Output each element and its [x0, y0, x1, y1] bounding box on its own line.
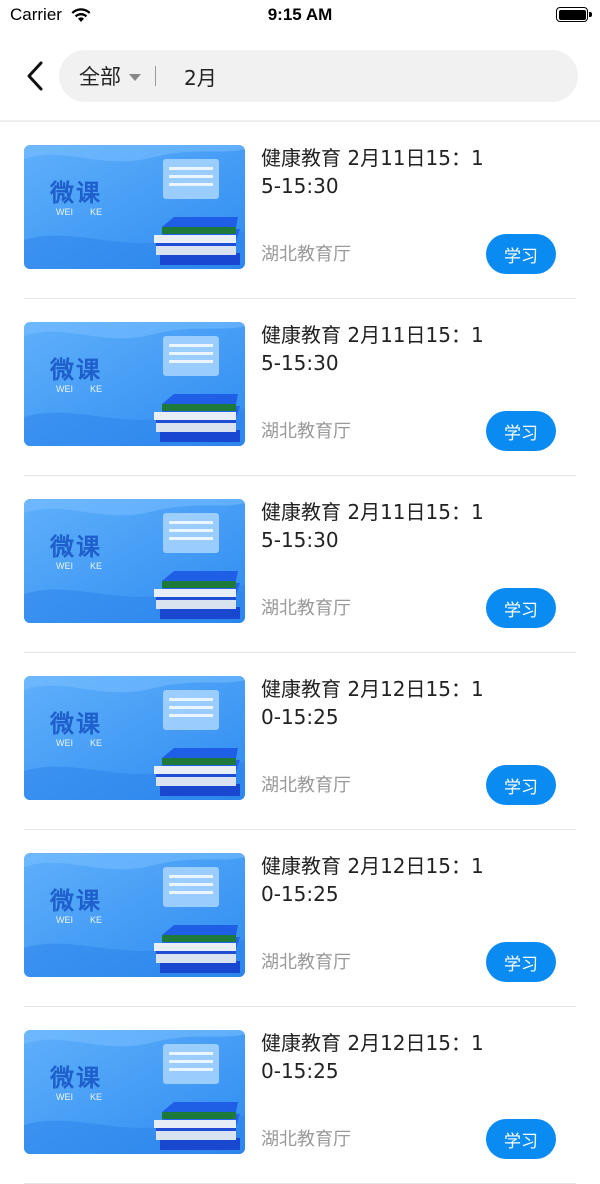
- chevron-left-icon: [27, 61, 43, 91]
- thumbnail-subtitle-left: WEI: [56, 738, 73, 748]
- search-input[interactable]: [156, 50, 578, 102]
- course-source: 湖北教育厅: [261, 1129, 351, 1150]
- course-thumbnail: 微课 WEI KE: [24, 145, 245, 269]
- course-source: 湖北教育厅: [261, 598, 351, 619]
- course-list-item[interactable]: 微课 WEI KE 健康教育 2月11日15：15-15:30 湖北教育厅 学习: [0, 476, 600, 653]
- course-thumbnail: 微课 WEI KE: [24, 853, 245, 977]
- study-button[interactable]: 学习: [486, 588, 556, 628]
- thumbnail-subtitle-right: KE: [90, 915, 103, 925]
- thumbnail-title: 微课: [50, 178, 102, 207]
- course-title: 健康教育 2月11日15：15-15:30: [261, 323, 484, 375]
- course-list: 微课 WEI KE 健康教育 2月11日15：15-15:30 湖北教育厅 学习: [0, 122, 600, 1184]
- course-list-item[interactable]: 微课 WEI KE 健康教育 2月11日15：15-15:30 湖北教育厅 学习: [0, 299, 600, 476]
- thumbnail-subtitle-right: KE: [90, 1092, 103, 1102]
- course-thumbnail: 微课 WEI KE: [24, 322, 245, 446]
- thumbnail-title: 微课: [50, 886, 102, 915]
- course-title: 健康教育 2月12日15：10-15:25: [261, 677, 484, 729]
- study-button[interactable]: 学习: [486, 234, 556, 274]
- battery-icon: [556, 7, 592, 22]
- category-filter-dropdown[interactable]: 全部: [59, 50, 141, 102]
- thumbnail-subtitle-right: KE: [90, 561, 103, 571]
- category-filter-label: 全部: [79, 65, 121, 89]
- thumbnail-title: 微课: [50, 709, 102, 738]
- thumbnail-title: 微课: [50, 355, 102, 384]
- course-list-item[interactable]: 微课 WEI KE 健康教育 2月11日15：15-15:30 湖北教育厅 学习: [0, 122, 600, 299]
- thumbnail-subtitle-right: KE: [90, 738, 103, 748]
- thumbnail-subtitle-left: WEI: [56, 207, 73, 217]
- study-button[interactable]: 学习: [486, 411, 556, 451]
- thumbnail-subtitle-left: WEI: [56, 561, 73, 571]
- study-button[interactable]: 学习: [486, 765, 556, 805]
- top-nav: 全部: [0, 32, 600, 120]
- thumbnail-title: 微课: [50, 532, 102, 561]
- course-title: 健康教育 2月12日15：10-15:25: [261, 854, 484, 906]
- thumbnail-subtitle-left: WEI: [56, 1092, 73, 1102]
- course-list-item[interactable]: 微课 WEI KE 健康教育 2月12日15：10-15:25 湖北教育厅 学习: [0, 1007, 600, 1184]
- course-title: 健康教育 2月11日15：15-15:30: [261, 146, 484, 198]
- status-time: 9:15 AM: [267, 5, 333, 24]
- thumbnail-title: 微课: [50, 1063, 102, 1092]
- course-source: 湖北教育厅: [261, 421, 351, 442]
- course-source: 湖北教育厅: [261, 244, 351, 265]
- thumbnail-subtitle-right: KE: [90, 384, 103, 394]
- search-bar: 全部: [59, 50, 578, 102]
- course-thumbnail: 微课 WEI KE: [24, 499, 245, 623]
- course-thumbnail: 微课 WEI KE: [24, 1030, 245, 1154]
- course-thumbnail: 微课 WEI KE: [24, 676, 245, 800]
- course-source: 湖北教育厅: [261, 775, 351, 796]
- course-source: 湖北教育厅: [261, 952, 351, 973]
- course-title: 健康教育 2月12日15：10-15:25: [261, 1031, 484, 1083]
- course-list-item[interactable]: 微课 WEI KE 健康教育 2月12日15：10-15:25 湖北教育厅 学习: [0, 653, 600, 830]
- status-bar: Carrier 9:15 AM: [0, 0, 600, 32]
- caret-down-icon: [129, 73, 141, 81]
- course-list-item[interactable]: 微课 WEI KE 健康教育 2月12日15：10-15:25 湖北教育厅 学习: [0, 830, 600, 1007]
- study-button[interactable]: 学习: [486, 942, 556, 982]
- course-title: 健康教育 2月11日15：15-15:30: [261, 500, 484, 552]
- thumbnail-subtitle-left: WEI: [56, 384, 73, 394]
- back-button[interactable]: [18, 54, 52, 98]
- thumbnail-subtitle-left: WEI: [56, 915, 73, 925]
- thumbnail-subtitle-right: KE: [90, 207, 103, 217]
- study-button[interactable]: 学习: [486, 1119, 556, 1159]
